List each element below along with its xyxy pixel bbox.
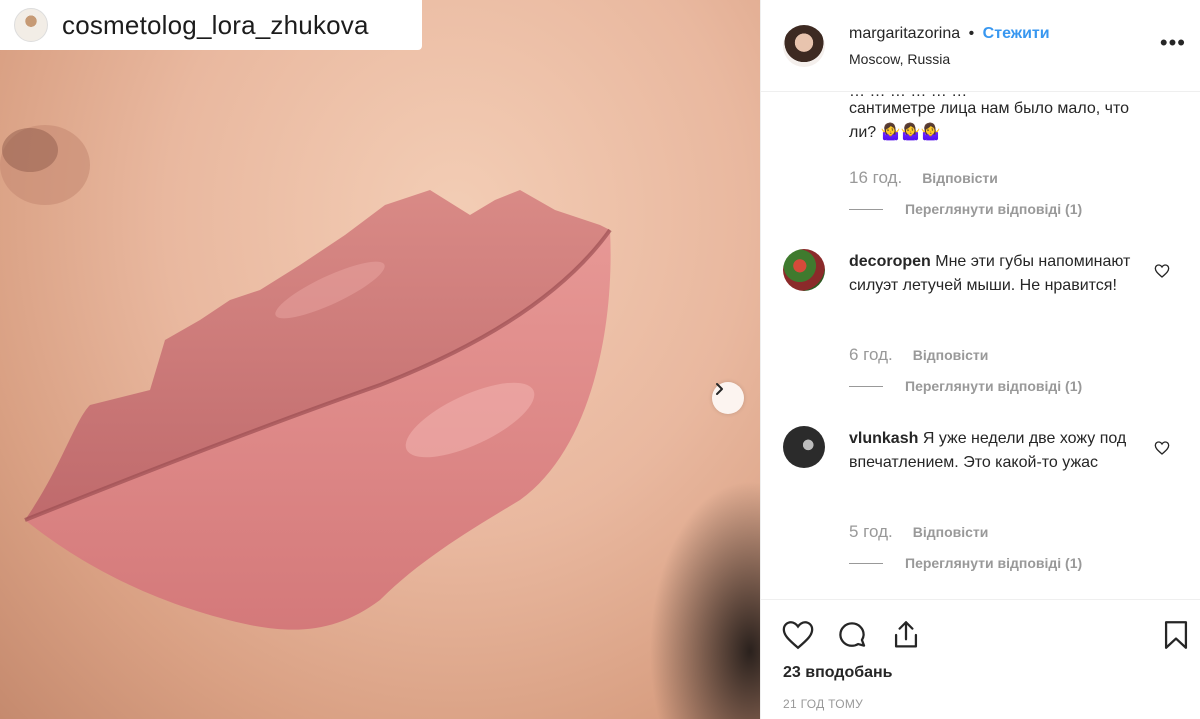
reply-button[interactable]: Відповісти xyxy=(913,347,989,363)
like-comment-heart-icon[interactable] xyxy=(1154,440,1170,456)
commenter-username[interactable]: vlunkash xyxy=(849,430,918,447)
view-replies-button[interactable]: Переглянути відповіді (1) xyxy=(849,201,1082,217)
comment: vlunkash Я уже недели две хожу под впеча… xyxy=(849,427,1139,475)
post-actions: 23 вподобань 21 ГОД ТОМУ xyxy=(761,599,1200,719)
commenter-username[interactable]: decoropen xyxy=(849,253,931,270)
comments-list[interactable]: … … … … … … сантиметре лица нам было мал… xyxy=(761,93,1200,598)
reply-button[interactable]: Відповісти xyxy=(922,170,998,186)
post-sidebar: margaritazorina • Стежити Moscow, Russia… xyxy=(760,0,1200,719)
comment-bubble-icon[interactable] xyxy=(835,618,869,652)
like-comment-heart-icon[interactable] xyxy=(1154,263,1170,279)
post-photo[interactable]: cosmetolog_lora_zhukova xyxy=(0,0,760,719)
post-location[interactable]: Moscow, Russia xyxy=(849,51,1180,67)
comment-meta: 6 год. Відповісти xyxy=(849,345,988,365)
photo-watermark: cosmetolog_lora_zhukova xyxy=(0,0,422,50)
comment-time[interactable]: 5 год. xyxy=(849,522,893,542)
comment-text: сантиметре лица нам было мало, что ли? 🤷… xyxy=(849,100,1130,141)
view-replies-label: Переглянути відповіді (1) xyxy=(905,378,1083,394)
post-header: margaritazorina • Стежити Moscow, Russia… xyxy=(761,0,1200,92)
share-icon[interactable] xyxy=(889,618,923,652)
separator-dot: • xyxy=(968,24,975,42)
lips-illustration xyxy=(0,125,760,719)
comment-meta: 16 год. Відповісти xyxy=(849,168,998,188)
like-heart-icon[interactable] xyxy=(781,618,815,652)
replies-line xyxy=(849,562,883,564)
replies-line xyxy=(849,208,883,210)
comment-meta: 5 год. Відповісти xyxy=(849,522,988,542)
view-replies-button[interactable]: Переглянути відповіді (1) xyxy=(849,555,1082,571)
likes-count[interactable]: 23 вподобань xyxy=(783,664,893,682)
watermark-avatar xyxy=(14,8,48,42)
replies-line xyxy=(849,385,883,387)
reply-button[interactable]: Відповісти xyxy=(913,524,989,540)
watermark-text: cosmetolog_lora_zhukova xyxy=(62,9,369,40)
commenter-avatar[interactable] xyxy=(783,426,825,468)
view-replies-label: Переглянути відповіді (1) xyxy=(905,555,1083,571)
commenter-avatar[interactable] xyxy=(783,249,825,291)
comment-time[interactable]: 6 год. xyxy=(849,345,893,365)
follow-button[interactable]: Стежити xyxy=(983,25,1050,42)
view-replies-button[interactable]: Переглянути відповіді (1) xyxy=(849,378,1082,394)
author-avatar[interactable] xyxy=(783,24,825,67)
comment-time[interactable]: 16 год. xyxy=(849,168,902,188)
more-options-icon[interactable]: ••• xyxy=(1160,30,1186,56)
next-photo-button[interactable] xyxy=(712,382,744,414)
post-timestamp[interactable]: 21 ГОД ТОМУ xyxy=(783,697,863,711)
author-username[interactable]: margaritazorina xyxy=(849,25,960,42)
chevron-right-icon xyxy=(716,383,723,395)
view-replies-label: Переглянути відповіді (1) xyxy=(905,201,1083,217)
comment: decoropen Мне эти губы напоминают силуэт… xyxy=(849,250,1139,298)
bookmark-icon[interactable] xyxy=(1159,618,1193,652)
